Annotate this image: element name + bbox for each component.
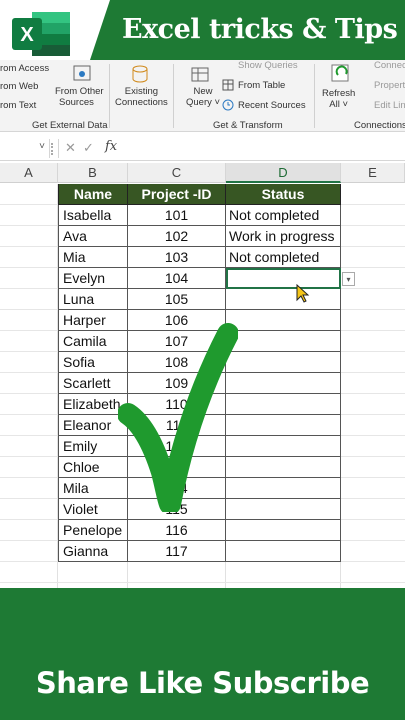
new-query-label-1: New	[193, 86, 213, 97]
recent-sources-icon	[222, 99, 234, 111]
table-cell-status[interactable]	[226, 541, 341, 562]
from-access-button[interactable]: rom Access	[0, 63, 49, 74]
table-cell-status[interactable]	[226, 373, 341, 394]
table-cell-id[interactable]: 117	[128, 541, 226, 562]
data-ribbon: rom Access rom Web rom Text From Other S…	[0, 60, 405, 132]
from-text-button[interactable]: rom Text	[0, 100, 36, 111]
table-cell-id[interactable]: 103	[128, 247, 226, 268]
table-cell-name[interactable]: Luna	[58, 289, 128, 310]
table-cell-status[interactable]	[226, 457, 341, 478]
column-header-b[interactable]: B	[58, 163, 128, 183]
header-status[interactable]: Status	[226, 184, 341, 205]
formula-input[interactable]: ✕ ✓ fx	[58, 139, 405, 158]
table-cell-name[interactable]: Evelyn	[58, 268, 128, 289]
active-cell[interactable]	[226, 268, 341, 289]
existing-label-1: Existing	[124, 86, 159, 97]
table-cell-status[interactable]	[226, 436, 341, 457]
recent-sources-button[interactable]: Recent Sources	[238, 100, 306, 111]
table-cell-id[interactable]: 104	[128, 268, 226, 289]
from-other-sources-button[interactable]: From Other Sources	[55, 86, 104, 108]
table-cell-status[interactable]	[226, 520, 341, 541]
table-cell-status[interactable]	[226, 289, 341, 310]
formula-bar: ˅ ✕ ✓ fx	[0, 137, 405, 161]
table-cell-status[interactable]	[226, 478, 341, 499]
show-queries-button[interactable]: Show Queries	[238, 60, 298, 71]
ribbon-separator	[314, 64, 315, 128]
header-project-id[interactable]: Project -ID	[128, 184, 226, 205]
cancel-icon[interactable]: ✕	[65, 140, 76, 156]
table-cell-status[interactable]	[226, 394, 341, 415]
gridline	[0, 582, 405, 583]
dropdown-arrow-icon[interactable]: ▾	[342, 272, 355, 286]
table-cell-name[interactable]: Isabella	[58, 205, 128, 226]
chevron-down-icon[interactable]: ˅	[39, 141, 45, 152]
table-cell-status[interactable]	[226, 415, 341, 436]
existing-connections-button[interactable]: Existing Connections	[115, 86, 168, 108]
column-header-a[interactable]: A	[0, 163, 58, 183]
properties-button[interactable]: Propert	[374, 80, 405, 91]
bottom-banner: Share Like Subscribe	[0, 588, 405, 720]
table-cell-id[interactable]: 116	[128, 520, 226, 541]
new-query-label-2: Query ˅	[186, 97, 221, 108]
existing-label-2: Connections	[115, 97, 168, 108]
column-header-e[interactable]: E	[341, 163, 405, 183]
header-name[interactable]: Name	[58, 184, 128, 205]
group-connections: Connections	[354, 120, 405, 131]
new-query-icon	[191, 67, 209, 82]
from-table-icon	[222, 79, 234, 91]
table-cell-name[interactable]: Penelope	[58, 520, 128, 541]
ribbon-separator	[109, 64, 110, 128]
svg-text:X: X	[20, 24, 34, 46]
banner-title: Excel tricks & Tips	[122, 14, 398, 45]
table-cell-name[interactable]: Mia	[58, 247, 128, 268]
splitter-handle[interactable]	[51, 143, 54, 155]
table-cell-id[interactable]: 102	[128, 226, 226, 247]
from-table-button[interactable]: From Table	[238, 80, 285, 91]
column-header-c[interactable]: C	[128, 163, 226, 183]
table-cell-status[interactable]	[226, 310, 341, 331]
refresh-label-2: All ˅	[329, 99, 348, 110]
table-cell-status[interactable]	[226, 499, 341, 520]
table-cell-name[interactable]: Gianna	[58, 541, 128, 562]
excel-logo-icon: X	[12, 12, 70, 56]
table-cell-status[interactable]: Work in progress	[226, 226, 341, 247]
edit-links-button[interactable]: Edit Lin	[374, 100, 405, 111]
from-other-sources-icon	[73, 65, 91, 81]
column-header-d[interactable]: D	[226, 163, 341, 183]
table-cell-status[interactable]: Not completed	[226, 205, 341, 226]
table-cell-id[interactable]: 101	[128, 205, 226, 226]
ribbon-separator	[173, 64, 174, 128]
group-get-external-data: Get External Data	[32, 120, 108, 131]
from-web-button[interactable]: rom Web	[0, 81, 38, 92]
table-cell-status[interactable]: Not completed	[226, 247, 341, 268]
top-banner: X Excel tricks & Tips	[0, 0, 405, 66]
insert-function-icon[interactable]: fx	[105, 139, 117, 154]
table-cell-id[interactable]: 105	[128, 289, 226, 310]
connections-button[interactable]: Connec	[374, 60, 405, 71]
new-query-button[interactable]: New Query ˅	[186, 86, 220, 108]
from-other-label-1: From Other	[55, 86, 104, 97]
table-cell-status[interactable]	[226, 331, 341, 352]
footer-text: Share Like Subscribe	[35, 666, 370, 700]
checkmark-icon	[118, 323, 238, 512]
refresh-all-icon	[331, 64, 349, 82]
group-get-transform: Get & Transform	[213, 120, 283, 131]
existing-connections-icon	[132, 65, 148, 83]
refresh-label-1: Refresh	[322, 88, 356, 99]
enter-icon[interactable]: ✓	[83, 140, 94, 156]
name-box[interactable]: ˅	[0, 139, 50, 158]
from-other-label-2: Sources	[59, 97, 94, 108]
table-cell-name[interactable]: Ava	[58, 226, 128, 247]
mouse-cursor-icon	[296, 284, 310, 303]
refresh-all-button[interactable]: Refresh All ˅	[322, 88, 355, 110]
table-cell-status[interactable]	[226, 352, 341, 373]
